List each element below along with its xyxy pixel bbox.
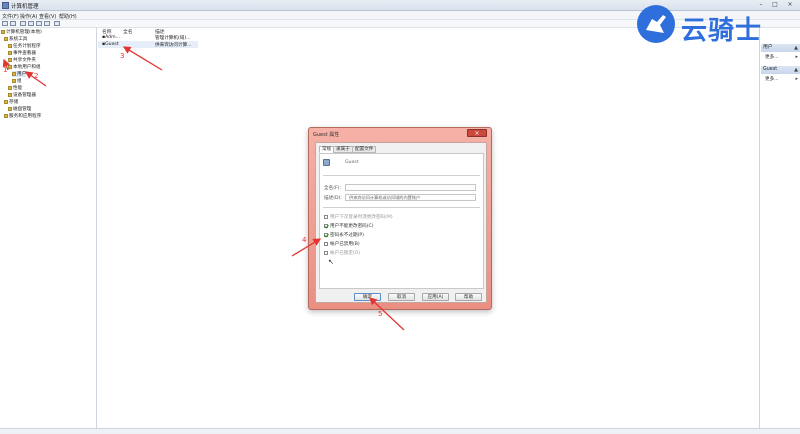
- tree-item-storage[interactable]: 存储: [4, 99, 18, 105]
- checkbox-must-change-password[interactable]: 用户下次登录时须更改密码(M): [324, 214, 393, 220]
- knight-logo-icon: [637, 5, 675, 43]
- watermark-text: 云骑士: [681, 16, 763, 46]
- description-label: 描述(D):: [324, 196, 342, 201]
- annotation-number-2: 2: [34, 72, 39, 80]
- help-icon[interactable]: [54, 21, 60, 26]
- mouse-cursor-icon: ↖: [328, 258, 334, 266]
- folder-icon: [12, 71, 16, 76]
- tab-profile[interactable]: 配置文件: [352, 146, 377, 153]
- performance-icon: [8, 85, 12, 90]
- table-row[interactable]: ▪Adm...: [102, 35, 120, 40]
- table-cell-description: 供来宾访问计算...: [155, 43, 192, 48]
- status-bar: [0, 428, 800, 434]
- watermark: 云骑士: [637, 5, 787, 46]
- action-more-users[interactable]: 更多...: [765, 54, 779, 60]
- chevron-right-icon: ▸: [795, 54, 798, 60]
- checkbox-account-locked[interactable]: 帐户已锁定(O): [324, 250, 360, 256]
- tree-item-task-scheduler[interactable]: 任务计划程序: [8, 43, 41, 49]
- chevron-right-icon: ▸: [795, 76, 798, 82]
- annotation-number-1: 1: [3, 66, 8, 74]
- collapse-icon: ▲: [794, 67, 798, 73]
- up-icon[interactable]: [20, 21, 26, 26]
- export-icon[interactable]: [44, 21, 50, 26]
- actions-header-guest[interactable]: Guest ▲: [761, 66, 800, 74]
- cancel-button[interactable]: 取消: [388, 293, 415, 301]
- menu-action[interactable]: 操作(A): [20, 13, 37, 20]
- annotation-number-3: 3: [120, 52, 125, 60]
- action-more-guest[interactable]: 更多...: [765, 76, 779, 82]
- tree-item-services-apps[interactable]: 服务和应用程序: [4, 113, 41, 119]
- tree-item-disk-management[interactable]: 磁盘管理: [8, 106, 31, 112]
- menu-file[interactable]: 文件(F): [2, 13, 19, 20]
- checkbox-box: [324, 241, 328, 246]
- checkbox-account-disabled[interactable]: 帐户已禁用(B): [324, 241, 360, 247]
- checkbox-box: [324, 232, 328, 237]
- back-icon[interactable]: [2, 21, 8, 26]
- folder-icon: [12, 78, 16, 83]
- column-header-description[interactable]: 描述: [155, 28, 165, 35]
- show-hide-tree-icon[interactable]: [28, 21, 34, 26]
- ok-button[interactable]: 确定: [354, 293, 381, 301]
- tree-item-performance[interactable]: 性能: [8, 85, 22, 91]
- tree-item-event-viewer[interactable]: 事件查看器: [8, 50, 36, 56]
- tab-member-of[interactable]: 隶属于: [333, 146, 353, 153]
- username-label: Guest: [345, 160, 359, 165]
- tree-item-local-users-groups[interactable]: 本地用户和组: [8, 64, 41, 70]
- dialog-close-button[interactable]: ×: [467, 129, 487, 137]
- tree-item-computer-management[interactable]: 计算机管理(本地): [1, 29, 42, 35]
- divider: [323, 207, 480, 208]
- tab-general[interactable]: 常规: [319, 146, 335, 153]
- checkbox-box: [324, 223, 328, 228]
- computer-icon: [1, 29, 5, 34]
- menu-help[interactable]: 帮助(H): [59, 13, 77, 20]
- column-header-fullname[interactable]: 全名: [123, 28, 133, 35]
- tree-item-system-tools[interactable]: 系统工具: [4, 36, 27, 42]
- guest-properties-dialog: Guest 属性 × 常规 隶属于 配置文件 Guest 全名(F): 描述(D…: [308, 127, 492, 310]
- tree-item-users[interactable]: 用户: [12, 71, 27, 77]
- description-field[interactable]: 供来宾访问计算机或访问域的内置帐户: [345, 194, 476, 201]
- tree-item-shared-folders[interactable]: 共享文件夹: [8, 57, 36, 63]
- event-icon: [8, 50, 12, 55]
- forward-icon[interactable]: [10, 21, 16, 26]
- general-panel: Guest 全名(F): 描述(D): 供来宾访问计算机或访问域的内置帐户 用户…: [319, 153, 484, 289]
- column-header-name[interactable]: 名称: [102, 28, 112, 35]
- table-row[interactable]: ▪Guest: [102, 42, 119, 47]
- refresh-icon[interactable]: [36, 21, 42, 26]
- fullname-field[interactable]: [345, 184, 476, 191]
- disk-icon: [8, 106, 12, 111]
- services-icon: [4, 113, 8, 118]
- actions-pane: 用户 ▲ 更多... ▸ Guest ▲ 更多... ▸: [759, 28, 800, 428]
- tree-item-groups[interactable]: 组: [12, 78, 22, 84]
- annotation-number-4: 4: [302, 236, 307, 244]
- window-title: 计算机管理: [11, 4, 39, 10]
- users-icon: [8, 64, 12, 69]
- checkbox-password-never-expires[interactable]: 密码永不过期(P): [324, 232, 364, 238]
- apply-button[interactable]: 应用(A): [422, 293, 449, 301]
- actions-header-users[interactable]: 用户 ▲: [761, 44, 800, 52]
- checkbox-box: [324, 214, 328, 219]
- fullname-label: 全名(F):: [324, 186, 341, 191]
- clock-icon: [8, 43, 12, 48]
- user-icon: [323, 159, 330, 166]
- dialog-title: Guest 属性: [313, 132, 340, 138]
- computer-management-icon: [2, 2, 9, 9]
- collapse-icon: ▲: [794, 45, 798, 51]
- divider: [323, 175, 480, 176]
- table-cell-description: 管理计算机(域)...: [155, 36, 191, 41]
- tree-item-device-manager[interactable]: 设备管理器: [8, 92, 36, 98]
- checkbox-box: [324, 250, 328, 255]
- annotation-number-5: 5: [378, 310, 383, 318]
- checkbox-cannot-change-password[interactable]: 用户不能更改密码(C): [324, 223, 374, 229]
- tools-icon: [4, 36, 8, 41]
- menu-view[interactable]: 查看(V): [39, 13, 56, 20]
- device-icon: [8, 92, 12, 97]
- dialog-body: 常规 隶属于 配置文件 Guest 全名(F): 描述(D): 供来宾访问计算机…: [315, 142, 487, 303]
- storage-icon: [4, 99, 8, 104]
- folder-icon: [8, 57, 12, 62]
- help-button[interactable]: 帮助: [455, 293, 482, 301]
- navigation-tree: 计算机管理(本地) 系统工具 任务计划程序 事件查看器 共享文件夹 本地用户和组…: [0, 28, 97, 428]
